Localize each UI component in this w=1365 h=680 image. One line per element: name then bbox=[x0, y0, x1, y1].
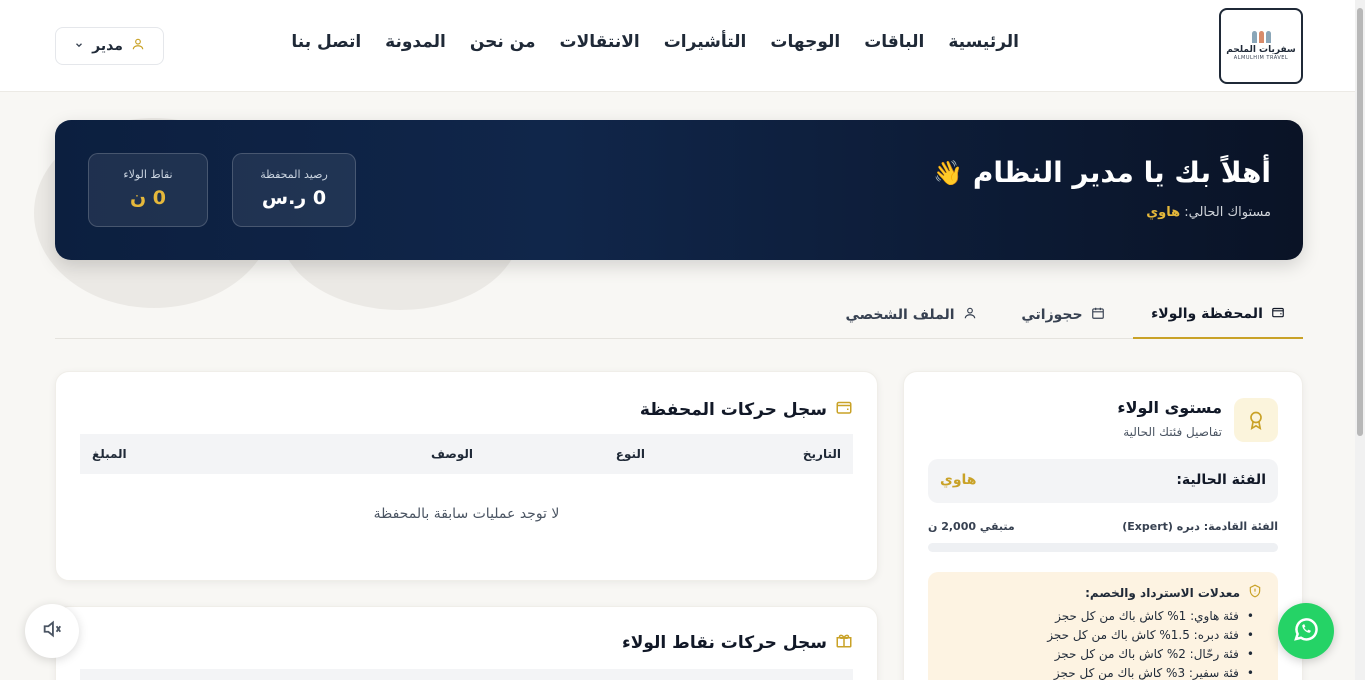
points-history-title-text: سجل حركات نقاط الولاء bbox=[622, 632, 827, 653]
user-icon bbox=[131, 37, 145, 55]
whatsapp-button[interactable] bbox=[1278, 603, 1334, 659]
wallet-table-header: التاريخ النوع الوصف المبلغ bbox=[80, 434, 853, 474]
points-history-title: سجل حركات نقاط الولاء bbox=[622, 631, 853, 654]
points-history-card: سجل حركات نقاط الولاء bbox=[55, 606, 878, 680]
nav-visas[interactable]: التأشيرات bbox=[664, 32, 747, 52]
current-tier-value: هاوي bbox=[940, 472, 977, 488]
points-table-header bbox=[80, 669, 853, 680]
nav-destinations[interactable]: الوجهات bbox=[770, 32, 840, 52]
tab-bookings[interactable]: حجوزاتي bbox=[1021, 290, 1105, 339]
list-item: فئة سفير: 3% كاش باك من كل حجز bbox=[944, 664, 1254, 680]
logo-name: سفريات الملحم bbox=[1226, 45, 1296, 55]
wallet-history-card: سجل حركات المحفظة التاريخ النوع الوصف ال… bbox=[55, 371, 878, 581]
level-prefix: مستواك الحالي: bbox=[1184, 205, 1271, 220]
logo-subtitle: ALMULHIM TRAVEL bbox=[1233, 55, 1289, 61]
loyalty-points-label: نقاط الولاء bbox=[123, 168, 173, 181]
user-icon bbox=[963, 306, 977, 324]
rates-info-box: معدلات الاسترداد والخصم: فئة هاوي: 1% كا… bbox=[928, 572, 1278, 680]
nav-home[interactable]: الرئيسية bbox=[948, 32, 1019, 52]
column-header-amount: المبلغ bbox=[92, 447, 127, 461]
wallet-history-title-text: سجل حركات المحفظة bbox=[639, 399, 827, 420]
waving-hand-icon: 👋 bbox=[932, 158, 963, 187]
rates-list: فئة هاوي: 1% كاش باك من كل حجز فئة دبره:… bbox=[944, 607, 1262, 680]
nav-blog[interactable]: المدونة bbox=[385, 32, 446, 52]
rates-title-text: معدلات الاسترداد والخصم: bbox=[1085, 585, 1240, 600]
calendar-icon bbox=[1091, 306, 1105, 324]
wallet-balance-label: رصيد المحفظة bbox=[260, 168, 328, 181]
shield-icon bbox=[1248, 584, 1262, 601]
rates-title: معدلات الاسترداد والخصم: bbox=[944, 584, 1262, 601]
current-tier-label: الفئة الحالية: bbox=[1176, 472, 1266, 488]
greeting-text: أهلاً بك يا مدير النظام bbox=[972, 156, 1271, 189]
column-header-date: التاريخ bbox=[802, 447, 841, 461]
points-remaining: متبقي 2,000 ن bbox=[928, 520, 1015, 533]
nav-about[interactable]: من نحن bbox=[470, 32, 536, 52]
logo-mark-icon bbox=[1251, 31, 1271, 43]
tab-bookings-label: حجوزاتي bbox=[1021, 306, 1083, 323]
brand-logo[interactable]: سفريات الملحم ALMULHIM TRAVEL bbox=[1219, 8, 1303, 84]
gift-icon bbox=[835, 631, 853, 654]
tab-profile[interactable]: الملف الشخصي bbox=[845, 290, 975, 339]
list-item: فئة هاوي: 1% كاش باك من كل حجز bbox=[944, 607, 1254, 626]
loyalty-level-card: مستوى الولاء تفاصيل فئتك الحالية الفئة ا… bbox=[903, 371, 1303, 680]
wallet-icon bbox=[835, 398, 853, 421]
whatsapp-icon bbox=[1291, 614, 1321, 648]
tab-wallet-label: المحفظة والولاء bbox=[1151, 305, 1263, 322]
current-level: مستواك الحالي: هاوي bbox=[1146, 205, 1271, 220]
wallet-empty-message: لا توجد عمليات سابقة بالمحفظة bbox=[373, 506, 560, 522]
award-icon bbox=[1234, 398, 1278, 442]
wallet-history-title: سجل حركات المحفظة bbox=[640, 398, 853, 421]
volume-mute-icon bbox=[41, 618, 63, 645]
wallet-balance-card: رصيد المحفظة 0 ر.س bbox=[232, 153, 356, 227]
welcome-banner: أهلاً بك يا مدير النظام 👋 مستواك الحالي:… bbox=[55, 120, 1303, 260]
list-item: فئة رحّال: 2% كاش باك من كل حجز bbox=[944, 645, 1254, 664]
mute-toggle-button[interactable] bbox=[25, 604, 79, 658]
chevron-down-icon bbox=[74, 40, 84, 53]
scrollbar-thumb[interactable] bbox=[1357, 8, 1363, 436]
column-header-type: النوع bbox=[615, 447, 645, 461]
loyalty-subtitle: تفاصيل فئتك الحالية bbox=[1123, 425, 1222, 439]
nav-packages[interactable]: الباقات bbox=[864, 32, 924, 52]
level-value: هاوي bbox=[1146, 205, 1181, 220]
nav-contact[interactable]: اتصل بنا bbox=[291, 32, 361, 52]
account-tabs: المحفظة والولاء حجوزاتي الملف الشخصي bbox=[55, 290, 1303, 339]
user-menu-button[interactable]: مدير bbox=[55, 27, 164, 65]
tier-progress-bar bbox=[928, 543, 1278, 552]
welcome-heading: أهلاً بك يا مدير النظام 👋 bbox=[933, 156, 1271, 189]
wallet-balance-value: 0 ر.س bbox=[261, 187, 327, 209]
site-header: سفريات الملحم ALMULHIM TRAVEL الرئيسية ا… bbox=[0, 0, 1355, 92]
column-header-description: الوصف bbox=[430, 447, 473, 461]
loyalty-title: مستوى الولاء bbox=[1117, 398, 1222, 417]
wallet-icon bbox=[1271, 305, 1285, 323]
nav-transfers[interactable]: الانتقالات bbox=[560, 32, 640, 52]
loyalty-points-value: 0 ن bbox=[129, 187, 167, 209]
tab-wallet-loyalty[interactable]: المحفظة والولاء bbox=[1133, 290, 1303, 339]
list-item: فئة دبره: 1.5% كاش باك من كل حجز bbox=[944, 626, 1254, 645]
current-tier-box: الفئة الحالية: هاوي bbox=[928, 459, 1278, 503]
user-menu-label: مدير bbox=[92, 38, 123, 54]
tab-profile-label: الملف الشخصي bbox=[845, 306, 955, 323]
loyalty-points-card: نقاط الولاء 0 ن bbox=[88, 153, 208, 227]
next-tier-label: الفئة القادمة: دبره (Expert) bbox=[1122, 520, 1278, 533]
main-nav: الرئيسية الباقات الوجهات التأشيرات الانت… bbox=[291, 32, 1019, 52]
page-scrollbar[interactable] bbox=[1355, 0, 1365, 680]
